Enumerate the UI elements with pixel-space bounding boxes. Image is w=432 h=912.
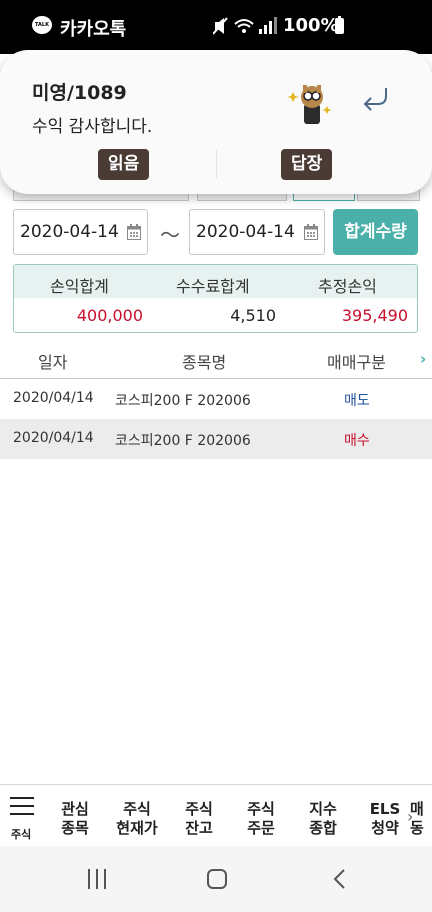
nav-label-line2: 청약 bbox=[371, 819, 399, 837]
bottom-navigation: 주식 관심 종목 주식 현재가 주식 잔고 주식 주문 지수 종합 ELS 청약… bbox=[0, 784, 432, 847]
scroll-right-icon[interactable]: › bbox=[420, 350, 426, 368]
nav-label-line1: 주식 bbox=[247, 800, 275, 818]
calendar-icon[interactable] bbox=[304, 224, 318, 240]
reply-arrow-icon[interactable] bbox=[360, 82, 392, 114]
reply-button[interactable]: 답장 bbox=[281, 149, 333, 180]
summary-value-estimate: 395,490 bbox=[341, 306, 408, 325]
table-header: 일자 종목명 매매구분 › bbox=[0, 340, 432, 379]
nav-label-line1: 관심 bbox=[61, 800, 89, 818]
system-navigation-bar bbox=[0, 846, 432, 912]
calendar-icon[interactable] bbox=[127, 224, 141, 240]
notification-message: 수익 감사합니다. bbox=[32, 117, 153, 137]
profile-avatar bbox=[288, 85, 332, 124]
nav-label-line1: 주식 bbox=[185, 800, 213, 818]
end-date-value: 2020-04-14 bbox=[196, 222, 295, 242]
column-name: 종목명 bbox=[182, 353, 227, 372]
menu-label: 주식 bbox=[11, 828, 32, 841]
column-side: 매매구분 bbox=[327, 353, 386, 372]
nav-stock-order[interactable]: 주식 주문 bbox=[233, 800, 289, 838]
table-row[interactable]: 2020/04/14 코스피200 F 202006 매도 bbox=[0, 379, 432, 419]
home-icon[interactable] bbox=[207, 869, 227, 889]
nav-label-line2: 잔고 bbox=[185, 819, 213, 837]
nav-partial-item[interactable]: 매 동 bbox=[410, 800, 432, 838]
nav-stock-price[interactable]: 주식 현재가 bbox=[109, 800, 165, 838]
row-name: 코스피200 F 202006 bbox=[115, 433, 251, 449]
recent-apps-icon[interactable] bbox=[86, 869, 108, 889]
notification-app-name: 카카오톡 bbox=[60, 19, 127, 40]
nav-label-line2: 주문 bbox=[247, 819, 275, 837]
nav-label-line1: 매 bbox=[410, 800, 424, 818]
back-icon[interactable] bbox=[332, 868, 346, 890]
summary-panel: 손익합계 수수료합계 추정손익 400,000 4,510 395,490 bbox=[13, 264, 418, 333]
status-icons bbox=[212, 16, 277, 40]
nav-label-line2: 종목 bbox=[61, 819, 89, 837]
nav-watchlist[interactable]: 관심 종목 bbox=[47, 800, 103, 838]
summary-header-estimate: 추정손익 bbox=[318, 277, 377, 296]
mark-read-button[interactable]: 읽음 bbox=[98, 149, 150, 180]
notification-sender: 미영/1089 bbox=[32, 82, 127, 104]
nav-label-line1: 주식 bbox=[123, 800, 151, 818]
nav-index-overview[interactable]: 지수 종합 bbox=[295, 800, 351, 838]
start-date-value: 2020-04-14 bbox=[20, 222, 119, 242]
row-date: 2020/04/14 bbox=[13, 430, 94, 446]
nav-els-subscription[interactable]: ELS 청약 bbox=[357, 800, 413, 838]
row-date: 2020/04/14 bbox=[13, 390, 94, 406]
summary-value-profit: 400,000 bbox=[76, 306, 143, 325]
menu-icon[interactable] bbox=[10, 797, 34, 815]
divider bbox=[216, 150, 217, 178]
kakaotalk-icon: TALK bbox=[32, 16, 52, 34]
end-date-field[interactable]: 2020-04-14 bbox=[189, 209, 325, 255]
status-bar: TALK 카카오톡 100% bbox=[0, 0, 432, 54]
summary-header-profit: 손익합계 bbox=[50, 277, 109, 296]
nav-label-line2: 동 bbox=[410, 819, 424, 837]
start-date-field[interactable]: 2020-04-14 bbox=[13, 209, 148, 255]
battery-icon bbox=[335, 16, 344, 34]
row-side: 매수 bbox=[344, 433, 370, 449]
nav-label-line2: 종합 bbox=[309, 819, 337, 837]
nav-stock-balance[interactable]: 주식 잔고 bbox=[171, 800, 227, 838]
battery-percent: 100% bbox=[283, 15, 339, 36]
nav-label-line1: ELS bbox=[369, 800, 401, 818]
nav-label-line1: 지수 bbox=[309, 800, 337, 818]
column-date: 일자 bbox=[38, 353, 68, 372]
summary-header-fee: 수수료합계 bbox=[176, 277, 250, 296]
date-range-separator: ～ bbox=[160, 223, 180, 247]
row-name: 코스피200 F 202006 bbox=[115, 393, 251, 409]
row-side: 매도 bbox=[344, 393, 370, 409]
nav-label-line2: 현재가 bbox=[116, 819, 158, 837]
sum-quantity-button[interactable]: 합계수량 bbox=[333, 209, 418, 255]
summary-value-fee: 4,510 bbox=[230, 306, 276, 325]
message-notification[interactable]: 미영/1089 수익 감사합니다. 읽음 답장 bbox=[0, 50, 432, 194]
table-row[interactable]: 2020/04/14 코스피200 F 202006 매수 bbox=[0, 419, 432, 459]
mute-wifi-signal-icon bbox=[212, 17, 277, 35]
